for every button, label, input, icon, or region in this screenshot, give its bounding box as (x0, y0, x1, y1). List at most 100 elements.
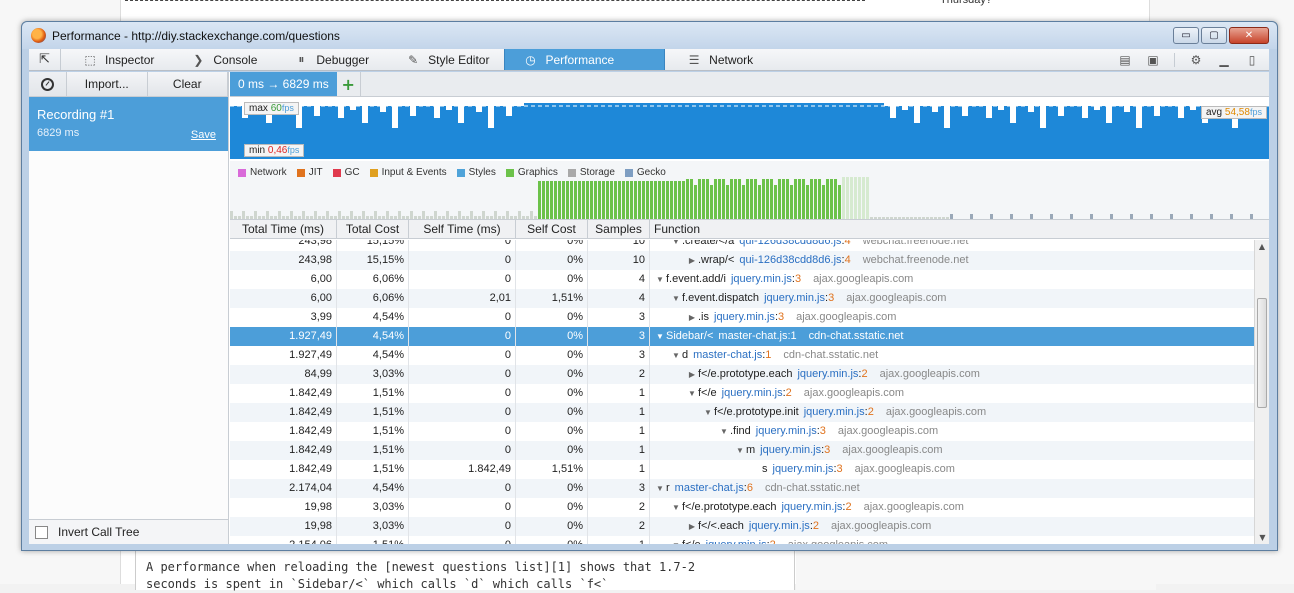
function-file[interactable]: jquery.min.js (773, 463, 834, 475)
invert-call-tree-checkbox[interactable] (35, 525, 48, 539)
twisty-collapsed-icon[interactable]: ▶ (686, 522, 698, 531)
range-tab[interactable]: 0 ms → 6829 ms (230, 72, 337, 96)
clear-button[interactable]: Clear (147, 72, 228, 96)
background-question-editor[interactable]: A performance when reloading the [newest… (135, 550, 795, 591)
call-tree-row[interactable]: 2.154,061,51%00%1▼f</ejquery.min.js:2aja… (230, 536, 1254, 544)
call-tree-row[interactable]: 3,99 4,54% 0 0% 3 ▶ .is jquery.min.js:3 ajax.goo… (230, 308, 1254, 327)
call-tree-row[interactable]: 19,98 3,03% 0 0% 2 ▶ f</<.each jquery.min.js:2 a… (230, 517, 1254, 536)
add-range-button[interactable]: + (337, 72, 361, 96)
responsive-mode-icon[interactable]: ▣ (1146, 53, 1160, 67)
function-file[interactable]: master-chat.js (675, 482, 744, 494)
import-button[interactable]: Import... (67, 72, 148, 96)
twisty-expanded-icon[interactable]: ▼ (702, 408, 714, 417)
function-file[interactable]: jquery.min.js (722, 387, 783, 399)
function-file[interactable]: jquery.min.js (749, 520, 810, 532)
function-file[interactable]: qui-126d38cdd8d6.js (739, 240, 841, 247)
vertical-scrollbar[interactable]: ▲ ▼ (1254, 240, 1269, 544)
timeline-overview[interactable]: max 60fps min 0,46fps avg 54,58fps Netwo… (230, 98, 1269, 219)
twisty-expanded-icon[interactable]: ▼ (654, 332, 666, 341)
function-file[interactable]: jquery.min.js (764, 292, 825, 304)
call-tree-row[interactable]: 2.174,04 4,54% 0 0% 3 ▼ r master-chat.js:6 cdn-c… (230, 479, 1254, 498)
minimize-button[interactable]: ▭ (1173, 27, 1199, 44)
call-tree-row[interactable]: 1.842,49 1,51% 1.842,49 1,51% 1 s jquery.min.j… (230, 460, 1254, 479)
call-tree-row[interactable]: 1.927,49 4,54% 0 0% 3 ▼ d master-chat.js:1 cdn-c… (230, 346, 1254, 365)
call-tree-row[interactable]: 1.842,49 1,51% 0 0% 1 ▼ f</e.prototype.init jqu… (230, 403, 1254, 422)
range-bar: 0 ms → 6829 ms + (230, 72, 1269, 97)
save-recording-link[interactable]: Save (191, 129, 216, 141)
column-total-time[interactable]: Total Time (ms) (230, 220, 337, 238)
scrollbar-thumb[interactable] (1257, 298, 1267, 408)
twisty-collapsed-icon[interactable]: ▶ (686, 256, 698, 265)
tab-network[interactable]: ☰ Network (665, 49, 768, 70)
twisty-expanded-icon[interactable]: ▼ (686, 389, 698, 398)
element-picker-button[interactable]: ⇱ (29, 49, 61, 70)
call-tree-row[interactable]: 1.842,49 1,51% 0 0% 1 ▼ f</e jquery.min.js:2 aja… (230, 384, 1254, 403)
call-tree-row[interactable]: 243,98 15,15% 0 0% 10 ▶ .wrap/< qui-126d38cdd8d… (230, 251, 1254, 270)
maximize-button[interactable]: ▢ (1201, 27, 1227, 44)
call-tree-row[interactable]: 6,00 6,06% 0 0% 4 ▼ f.event.add/i jquery.min.js… (230, 270, 1254, 289)
column-function[interactable]: Function (650, 220, 1269, 238)
tab-style-editor[interactable]: ✎ Style Editor (384, 49, 504, 70)
marker-bar (398, 211, 401, 219)
recording-item[interactable]: Recording #1 6829 ms Save (29, 97, 228, 151)
call-tree-row[interactable]: 84,99 3,03% 0 0% 2 ▶ f</e.prototype.each jquery… (230, 365, 1254, 384)
twisty-expanded-icon[interactable]: ▼ (654, 275, 666, 284)
marker-bar (254, 211, 257, 219)
split-console-icon[interactable]: ▤ (1118, 53, 1132, 67)
tab-console[interactable]: ❯ Console (169, 49, 272, 70)
tab-debugger[interactable]: ⏸ Debugger (272, 49, 384, 70)
twisty-expanded-icon[interactable]: ▼ (670, 541, 682, 544)
marker-bar (694, 185, 697, 219)
record-button[interactable] (29, 72, 67, 96)
self-time-cell: 0 (409, 327, 516, 346)
scroll-down-arrow-icon[interactable]: ▼ (1255, 531, 1269, 544)
column-self-cost[interactable]: Self Cost (516, 220, 588, 238)
function-file[interactable]: jquery.min.js (714, 311, 775, 323)
close-button[interactable]: ✕ (1229, 27, 1269, 44)
function-file[interactable]: jquery.min.js (781, 501, 842, 513)
call-tree-row[interactable]: 1.842,49 1,51% 0 0% 1 ▼ m jquery.min.js:3 ajax.g… (230, 441, 1254, 460)
twisty-expanded-icon[interactable]: ▼ (670, 351, 682, 360)
function-file[interactable]: master-chat.js (718, 330, 787, 342)
column-samples[interactable]: Samples (588, 220, 650, 238)
scroll-up-arrow-icon[interactable]: ▲ (1255, 240, 1269, 254)
function-host: cdn-chat.sstatic.net (764, 482, 860, 494)
function-file[interactable]: jquery.min.js (756, 425, 817, 437)
function-file[interactable]: master-chat.js (693, 349, 762, 361)
function-file[interactable]: jquery.min.js (797, 368, 858, 380)
settings-gear-icon[interactable]: ⚙ (1189, 53, 1203, 67)
tab-performance[interactable]: ◷ Performance (504, 49, 666, 70)
call-tree-row[interactable]: 243,98 15,15% 0 0% 10 ▼ .create/</a qui-126d38c… (230, 240, 1254, 251)
tab-inspector[interactable]: ⬚ Inspector (61, 49, 169, 70)
twisty-expanded-icon[interactable]: ▼ (670, 503, 682, 512)
dock-bottom-icon[interactable]: ▁ (1217, 53, 1231, 67)
marker-bar (774, 185, 777, 219)
dock-side-icon[interactable]: ▯ (1245, 53, 1259, 67)
call-tree-row[interactable]: 6,00 6,06% 2,01 1,51% 4 ▼ f.event.dispatch jque… (230, 289, 1254, 308)
marker-bar (746, 179, 749, 219)
twisty-collapsed-icon[interactable]: ▶ (686, 313, 698, 322)
marker-bar (658, 181, 661, 219)
call-tree-rows: 243,98 15,15% 0 0% 10 ▼ .create/</a qui-126d38c… (230, 240, 1254, 544)
function-file[interactable]: jquery.min.js (760, 444, 821, 456)
twisty-expanded-icon[interactable]: ▼ (654, 484, 666, 493)
call-tree-row[interactable]: 1.927,49 4,54% 0 0% 3 ▼ Sidebar/< master-chat.j… (230, 327, 1254, 346)
call-tree-row[interactable]: 19,98 3,03% 0 0% 2 ▼ f</e.prototype.each jquery… (230, 498, 1254, 517)
call-tree-row[interactable]: 1.842,49 1,51% 0 0% 1 ▼ .find jquery.min.js:3 aj… (230, 422, 1254, 441)
twisty-expanded-icon[interactable]: ▼ (670, 240, 682, 246)
twisty-expanded-icon[interactable]: ▼ (734, 446, 746, 455)
column-self-time[interactable]: Self Time (ms) (409, 220, 516, 238)
function-host: ajax.googleapis.com (831, 520, 932, 532)
twisty-expanded-icon[interactable]: ▼ (670, 294, 682, 303)
inspector-icon: ⬚ (84, 52, 96, 67)
marker-bar (734, 179, 737, 219)
function-file[interactable]: jquery.min.js (731, 273, 792, 285)
twisty-expanded-icon[interactable]: ▼ (718, 427, 730, 436)
function-file[interactable]: qui-126d38cdd8d6.js (739, 254, 841, 266)
invert-call-tree-option[interactable]: Invert Call Tree (29, 519, 228, 544)
function-file[interactable]: jquery.min.js (706, 539, 767, 544)
function-file[interactable]: jquery.min.js (804, 406, 865, 418)
twisty-collapsed-icon[interactable]: ▶ (686, 370, 698, 379)
window-titlebar[interactable]: Performance - http://diy.stackexchange.c… (22, 22, 1277, 49)
column-total-cost[interactable]: Total Cost (337, 220, 409, 238)
